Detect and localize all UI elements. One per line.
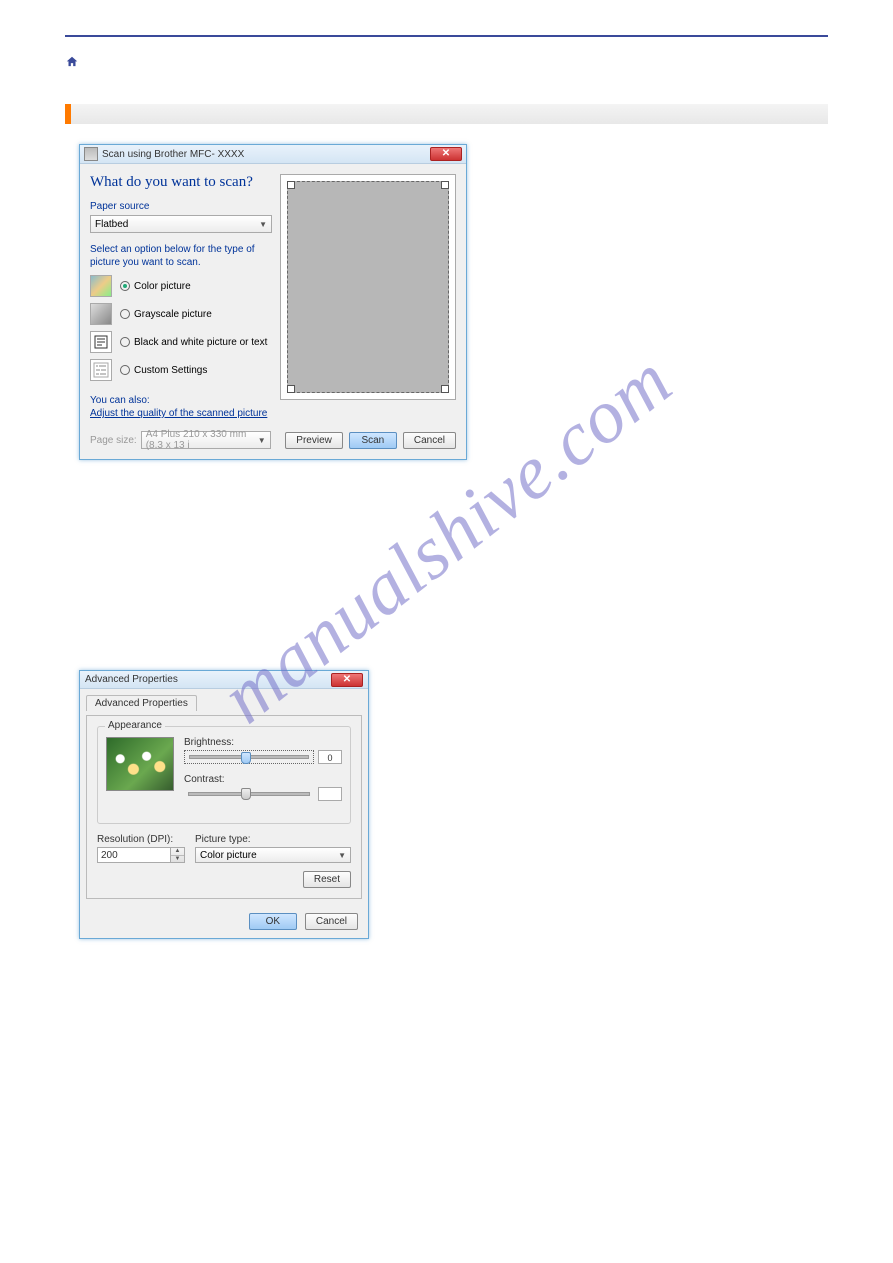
contrast-value <box>318 787 342 801</box>
option-bw[interactable]: Black and white picture or text <box>90 331 272 353</box>
close-button[interactable]: ✕ <box>430 147 462 161</box>
scan-titlebar: Scan using Brother MFC- XXXX ✕ <box>80 145 466 164</box>
appearance-label: Appearance <box>105 720 165 731</box>
resolution-value: 200 <box>101 850 118 861</box>
scan-title: Scan using Brother MFC- XXXX <box>102 149 244 160</box>
paper-source-label: Paper source <box>90 201 272 212</box>
preview-area[interactable] <box>287 181 449 393</box>
radio-bw[interactable] <box>120 337 130 347</box>
brightness-slider[interactable] <box>184 750 314 764</box>
ok-button[interactable]: OK <box>249 913 297 930</box>
radio-color[interactable] <box>120 281 130 291</box>
preview-button[interactable]: Preview <box>285 432 343 449</box>
radio-custom[interactable] <box>120 365 130 375</box>
option-grayscale[interactable]: Grayscale picture <box>90 303 272 325</box>
paper-source-value: Flatbed <box>95 219 128 230</box>
scanner-icon <box>84 147 98 161</box>
crop-handle[interactable] <box>287 385 295 393</box>
tab-advanced-properties[interactable]: Advanced Properties <box>86 695 197 711</box>
scan-button[interactable]: Scan <box>349 432 397 449</box>
resolution-label: Resolution (DPI): <box>97 834 185 845</box>
page-size-value: A4 Plus 210 x 330 mm (8.3 x 13 i <box>146 429 258 451</box>
radio-grayscale[interactable] <box>120 309 130 319</box>
resolution-input[interactable]: 200 ▲▼ <box>97 847 185 863</box>
brightness-value: 0 <box>318 750 342 764</box>
home-icon[interactable] <box>65 55 79 69</box>
slider-thumb[interactable] <box>241 788 251 800</box>
adjust-quality-link[interactable]: Adjust the quality of the scanned pictur… <box>90 408 267 419</box>
picture-type-dropdown[interactable]: Color picture ▼ <box>195 847 351 863</box>
crop-handle[interactable] <box>287 181 295 189</box>
scan-instruction: Select an option below for the type of p… <box>90 243 272 269</box>
option-color[interactable]: Color picture <box>90 275 272 297</box>
chevron-down-icon: ▼ <box>338 851 346 860</box>
crop-handle[interactable] <box>441 385 449 393</box>
chevron-down-icon: ▼ <box>259 220 267 229</box>
scan-heading: What do you want to scan? <box>90 174 272 191</box>
advanced-properties-dialog: Advanced Properties ✕ Advanced Propertie… <box>79 670 369 939</box>
crop-handle[interactable] <box>441 181 449 189</box>
cancel-button[interactable]: Cancel <box>305 913 358 930</box>
cancel-button[interactable]: Cancel <box>403 432 456 449</box>
option-grayscale-label: Grayscale picture <box>134 309 212 320</box>
contrast-slider[interactable] <box>184 787 314 801</box>
slider-thumb[interactable] <box>241 752 251 764</box>
note-bar <box>65 104 828 124</box>
grayscale-picture-icon <box>90 303 112 325</box>
contrast-label: Contrast: <box>184 774 342 785</box>
picture-type-value: Color picture <box>200 850 257 861</box>
bw-picture-icon <box>90 331 112 353</box>
appearance-thumbnail <box>106 737 174 791</box>
page-size-label: Page size: <box>90 435 137 446</box>
page-size-dropdown: A4 Plus 210 x 330 mm (8.3 x 13 i ▼ <box>141 431 271 449</box>
adv-titlebar: Advanced Properties ✕ <box>80 671 368 689</box>
picture-type-label: Picture type: <box>195 834 351 845</box>
scan-dialog: Scan using Brother MFC- XXXX ✕ What do y… <box>79 144 467 460</box>
paper-source-dropdown[interactable]: Flatbed ▼ <box>90 215 272 233</box>
custom-settings-icon <box>90 359 112 381</box>
chevron-down-icon: ▼ <box>258 436 266 445</box>
option-color-label: Color picture <box>134 281 191 292</box>
top-rule <box>65 35 828 37</box>
option-custom[interactable]: Custom Settings <box>90 359 272 381</box>
resolution-spinner[interactable]: ▲▼ <box>171 847 185 863</box>
close-button[interactable]: ✕ <box>331 673 363 687</box>
color-picture-icon <box>90 275 112 297</box>
appearance-group: Appearance Brightness: 0 Contrast: <box>97 726 351 824</box>
adv-title: Advanced Properties <box>85 674 178 685</box>
brightness-label: Brightness: <box>184 737 342 748</box>
option-bw-label: Black and white picture or text <box>134 337 267 348</box>
reset-button[interactable]: Reset <box>303 871 351 888</box>
also-label: You can also: <box>90 395 272 406</box>
option-custom-label: Custom Settings <box>134 365 207 376</box>
preview-frame <box>280 174 456 400</box>
